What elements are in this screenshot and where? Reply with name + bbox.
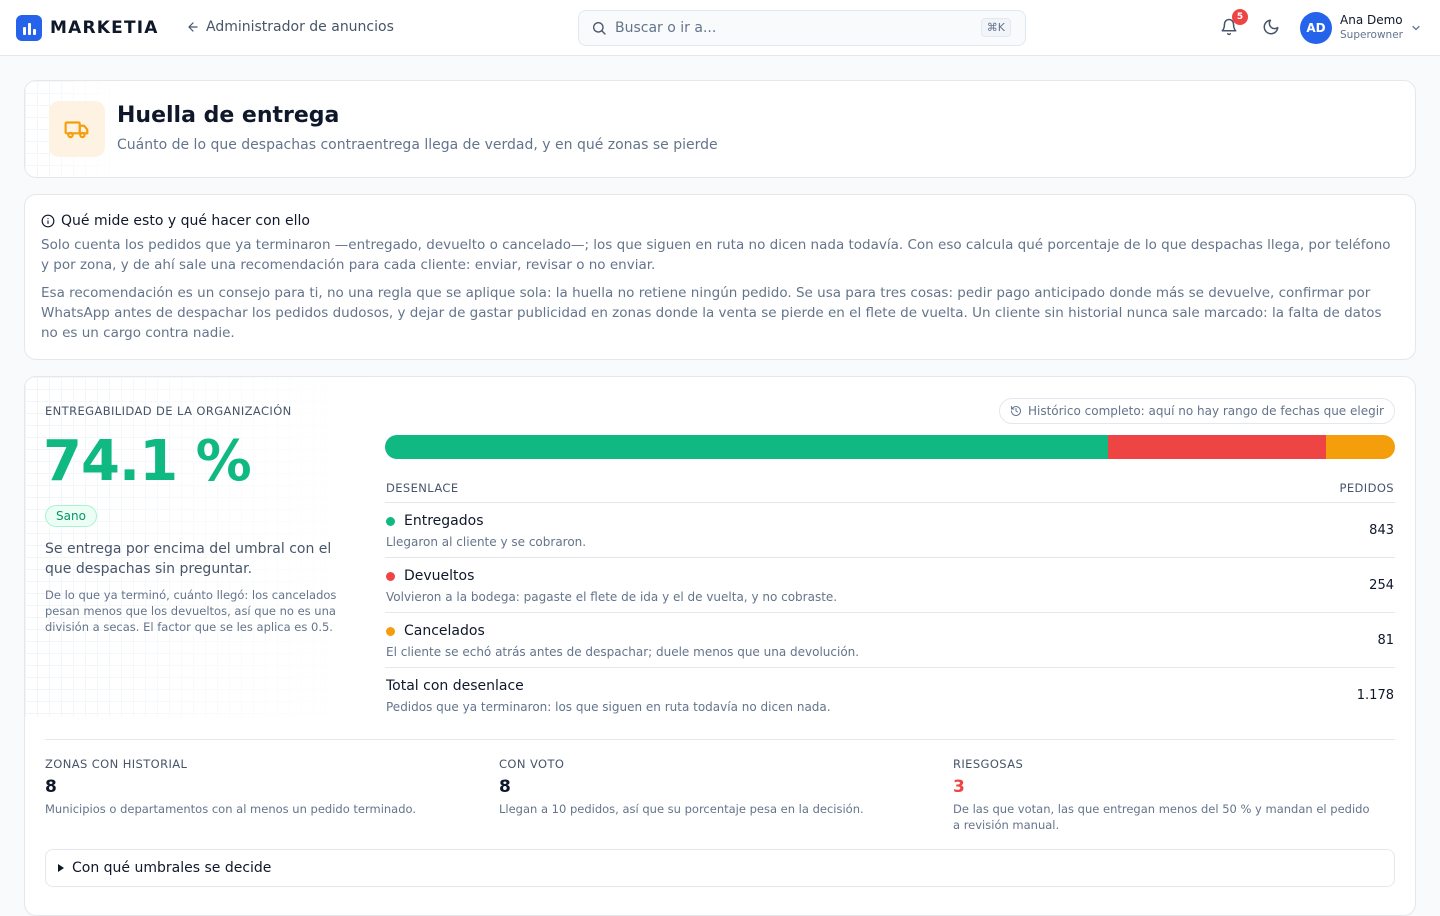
- stat-risky: RIESGOSAS 3 De las que votan, las que en…: [953, 757, 1373, 833]
- avatar[interactable]: AD: [1300, 12, 1332, 44]
- caret-right-icon: [58, 864, 64, 872]
- kpi-note: De lo que ya terminó, cuánto llegó: los …: [45, 588, 337, 634]
- stat-label: CON VOTO: [499, 757, 565, 771]
- stat-label: ZONAS CON HISTORIAL: [45, 757, 188, 771]
- table-row-total: Total con desenlace Pedidos que ya termi…: [385, 668, 1395, 723]
- back-link[interactable]: Administrador de anuncios: [186, 19, 394, 35]
- table-row: Devueltos Volvieron a la bodega: pagaste…: [385, 558, 1395, 613]
- page-header-card: Huella de entrega Cuánto de lo que despa…: [24, 80, 1416, 178]
- logo-icon: [16, 15, 42, 41]
- thresholds-label: Con qué umbrales se decide: [72, 860, 272, 876]
- info-heading: Qué mide esto y qué hacer con ello: [41, 213, 1399, 229]
- stat-zones: ZONAS CON HISTORIAL 8 Municipios o depar…: [45, 757, 465, 817]
- row-description: Volvieron a la bodega: pagaste el flete …: [386, 590, 838, 604]
- info-paragraph-2: Esa recomendación es un consejo para ti,…: [41, 285, 1382, 341]
- history-pill: Histórico completo: aquí no hay rango de…: [998, 398, 1395, 424]
- kpi-value: 74.1 %: [43, 429, 252, 494]
- row-description: El cliente se echó atrás antes de despac…: [386, 645, 860, 659]
- row-value: 1.178: [1356, 688, 1394, 703]
- table-row: Cancelados El cliente se echó atrás ante…: [385, 613, 1395, 668]
- status-badge: Sano: [45, 505, 97, 527]
- user-role: Superowner: [1340, 29, 1403, 41]
- back-link-label: Administrador de anuncios: [206, 19, 394, 35]
- outcome-table: DESENLACE PEDIDOS Entregados Llegaron al…: [385, 473, 1395, 723]
- divider: [45, 739, 1395, 740]
- chevron-down-icon[interactable]: [1410, 22, 1422, 34]
- column-header-orders: PEDIDOS: [1339, 480, 1394, 495]
- stat-value: 8: [45, 777, 57, 797]
- search-icon: [593, 22, 606, 35]
- status-dot: [386, 571, 395, 581]
- info-paragraph-1: Solo cuenta los pedidos que ya terminaro…: [41, 237, 1391, 273]
- user-name[interactable]: Ana Demo: [1340, 13, 1403, 27]
- search-input[interactable]: Buscar o ir a... ⌘K: [578, 10, 1026, 46]
- moon-icon[interactable]: [1262, 18, 1280, 36]
- status-dot: [386, 516, 395, 526]
- deliverability-card: ENTREGABILIDAD DE LA ORGANIZACIÓN 74.1 %…: [24, 376, 1416, 916]
- row-label: Entregados: [404, 513, 484, 529]
- search-placeholder: Buscar o ir a...: [615, 20, 717, 36]
- stat-description: De las que votan, las que entregan menos…: [953, 802, 1370, 832]
- row-value: 81: [1377, 633, 1394, 648]
- brand-logo[interactable]: MARKETIA: [16, 15, 159, 41]
- row-description: Llegaron al cliente y se cobraron.: [386, 535, 587, 549]
- stat-value: 3: [953, 777, 965, 797]
- stat-description: Llegan a 10 pedidos, así que su porcenta…: [499, 802, 864, 816]
- kpi-description: Se entrega por encima del umbral con el …: [45, 541, 332, 577]
- thresholds-disclosure[interactable]: Con qué umbrales se decide: [45, 849, 1395, 887]
- row-label: Total con desenlace: [386, 678, 524, 694]
- top-bar: MARKETIA Administrador de anuncios Busca…: [0, 0, 1440, 56]
- bar-segment-cancelados: [1325, 435, 1395, 459]
- kpi-label: ENTREGABILIDAD DE LA ORGANIZACIÓN: [45, 404, 292, 418]
- stat-value: 8: [499, 777, 511, 797]
- outcome-stacked-bar: [385, 435, 1395, 459]
- row-description: Pedidos que ya terminaron: los que sigue…: [386, 700, 831, 714]
- stat-voting: CON VOTO 8 Llegan a 10 pedidos, así que …: [499, 757, 919, 817]
- page-title: Huella de entrega: [117, 103, 340, 128]
- history-pill-label: Histórico completo: aquí no hay rango de…: [1027, 404, 1384, 418]
- bar-segment-entregados: [385, 435, 1108, 459]
- search-shortcut: ⌘K: [980, 18, 1011, 37]
- info-card: Qué mide esto y qué hacer con ello Solo …: [24, 194, 1416, 360]
- bar-segment-devueltos: [1107, 435, 1326, 459]
- arrow-left-icon: [188, 22, 198, 32]
- row-label: Cancelados: [404, 623, 485, 639]
- status-dot: [386, 626, 395, 636]
- notification-badge: 5: [1232, 9, 1248, 25]
- column-header-outcome: DESENLACE: [386, 480, 459, 495]
- info-title: Qué mide esto y qué hacer con ello: [61, 213, 310, 229]
- table-header: DESENLACE PEDIDOS: [385, 473, 1395, 503]
- stat-description: Municipios o departamentos con al menos …: [45, 802, 417, 816]
- row-value: 254: [1369, 578, 1394, 593]
- history-icon: [1010, 406, 1021, 416]
- truck-icon: [49, 101, 105, 157]
- brand-name: MARKETIA: [50, 18, 159, 38]
- stat-label: RIESGOSAS: [953, 757, 1024, 771]
- info-icon: [41, 214, 55, 228]
- row-value: 843: [1369, 523, 1394, 538]
- row-label: Devueltos: [404, 568, 475, 584]
- table-row: Entregados Llegaron al cliente y se cobr…: [385, 503, 1395, 558]
- page-subtitle: Cuánto de lo que despachas contraentrega…: [117, 137, 718, 153]
